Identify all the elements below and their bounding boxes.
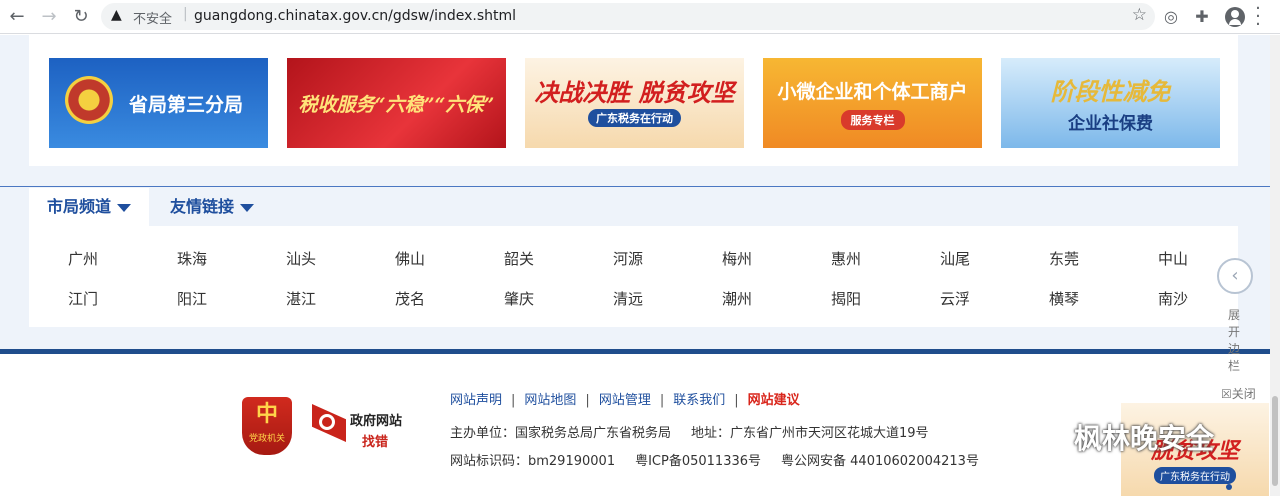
divider: | bbox=[659, 393, 665, 408]
banner-subtext: 广东税务在行动 bbox=[588, 109, 681, 127]
watermark-text: 枫林晚安全 bbox=[1074, 422, 1215, 455]
city-link[interactable]: 中山 bbox=[1143, 248, 1203, 269]
city-link[interactable]: 汕尾 bbox=[925, 248, 985, 269]
city-link[interactable]: 珠海 bbox=[162, 248, 222, 269]
url-text[interactable]: guangdong.chinatax.gov.cn/gdsw/index.sht… bbox=[194, 8, 516, 24]
footer-host-info: 主办单位：国家税务总局广东省税务局 地址：广东省广州市天河区花城大道19号 bbox=[450, 422, 929, 441]
browser-toolbar: ← → ↻ ▲ 不安全 | guangdong.chinatax.gov.cn/… bbox=[0, 0, 1280, 34]
extension-circle-icon[interactable]: ◎ bbox=[1160, 6, 1182, 28]
banner-panel: 省局第三分局 税收服务“六稳”“六保” 决战决胜 脱贫攻坚 广东税务在行动 小微… bbox=[29, 35, 1238, 166]
city-link[interactable]: 阳江 bbox=[162, 288, 222, 309]
banner-text: 省局第三分局 bbox=[128, 93, 243, 116]
caret-down-icon bbox=[240, 203, 255, 212]
banner-text: 税收服务“六稳”“六保” bbox=[298, 93, 495, 116]
city-link[interactable]: 惠州 bbox=[816, 248, 876, 269]
tab-friend-links[interactable]: 友情链接 bbox=[152, 188, 272, 226]
close-sidebar-button[interactable]: ☒关闭 bbox=[1221, 385, 1256, 402]
forward-arrow-icon[interactable]: → bbox=[38, 6, 60, 28]
city-link[interactable]: 韶关 bbox=[489, 248, 549, 269]
wechat-icon bbox=[1018, 424, 1064, 456]
city-link[interactable]: 清远 bbox=[598, 288, 658, 309]
city-link[interactable]: 揭阳 bbox=[816, 288, 876, 309]
banner-small-business[interactable]: 小微企业和个体工商户 服务专栏 bbox=[763, 58, 982, 148]
carousel-dot[interactable] bbox=[1226, 484, 1232, 490]
footer-links: 网站声明 | 网站地图 | 网站管理 | 联系我们 | 网站建议 bbox=[450, 389, 800, 408]
banner-text: 小微企业和个体工商户 bbox=[777, 80, 968, 103]
close-box-icon: ☒ bbox=[1221, 387, 1232, 401]
profile-avatar-icon[interactable] bbox=[1225, 7, 1245, 27]
divider: | bbox=[585, 393, 590, 408]
footer-link-suggestion[interactable]: 网站建议 bbox=[748, 389, 800, 408]
divider: | bbox=[183, 6, 188, 22]
divider: | bbox=[511, 393, 516, 408]
expand-sidebar-chevron-icon[interactable]: ‹ bbox=[1217, 258, 1253, 294]
banner-third-branch[interactable]: 省局第三分局 bbox=[49, 58, 268, 148]
expand-sidebar-label[interactable]: 展开边栏 bbox=[1228, 307, 1242, 375]
footer-link-management[interactable]: 网站管理 bbox=[599, 389, 651, 408]
host-text: 主办单位：国家税务总局广东省税务局 bbox=[450, 426, 672, 441]
caret-down-icon bbox=[117, 203, 132, 212]
tab-label: 市局频道 bbox=[47, 197, 112, 216]
close-label: 关闭 bbox=[1231, 387, 1256, 401]
scrollbar-thumb[interactable] bbox=[1272, 396, 1278, 486]
icp-text[interactable]: 粤ICP备05011336号 bbox=[635, 454, 761, 469]
banner-poverty-alleviation[interactable]: 决战决胜 脱贫攻坚 广东税务在行动 bbox=[525, 58, 744, 148]
party-government-badge[interactable]: 中 党政机关 bbox=[242, 397, 292, 455]
city-link[interactable]: 汕头 bbox=[271, 248, 331, 269]
city-link[interactable]: 云浮 bbox=[925, 288, 985, 309]
footer-registration-info: 网站标识码：bm29190001 粤ICP备05011336号 粤公网安备 4401… bbox=[450, 450, 979, 469]
extensions-puzzle-icon[interactable]: ✚ bbox=[1191, 6, 1213, 28]
banner-text: 决战决胜 脱贫攻坚 bbox=[534, 78, 735, 107]
city-link[interactable]: 江门 bbox=[53, 288, 113, 309]
divider bbox=[0, 186, 1270, 187]
city-link[interactable]: 湛江 bbox=[271, 288, 331, 309]
gov-site-sub[interactable]: 找错 bbox=[362, 431, 388, 450]
footer-link-sitemap[interactable]: 网站地图 bbox=[524, 389, 576, 408]
warning-icon: ▲ bbox=[111, 7, 122, 23]
city-link[interactable]: 潮州 bbox=[707, 288, 767, 309]
back-arrow-icon[interactable]: ← bbox=[6, 6, 28, 28]
bookmark-star-icon[interactable]: ☆ bbox=[1132, 5, 1147, 25]
city-links-panel: 广州 珠海 汕头 佛山 韶关 河源 梅州 惠州 汕尾 东莞 中山 江门 阳江 湛… bbox=[29, 226, 1238, 327]
police-text[interactable]: 粤公网安备 44010602004213号 bbox=[781, 454, 979, 469]
city-link[interactable]: 广州 bbox=[53, 248, 113, 269]
banner-text: 阶段性减免 bbox=[1050, 77, 1171, 106]
address-text: 地址：广东省广州市天河区花城大道19号 bbox=[691, 426, 929, 441]
footer-link-contact[interactable]: 联系我们 bbox=[673, 389, 725, 408]
reload-icon[interactable]: ↻ bbox=[70, 6, 92, 28]
site-id-text: 网站标识码：bm29190001 bbox=[450, 454, 616, 469]
kebab-menu-icon[interactable]: · · · bbox=[1253, 0, 1263, 34]
city-link[interactable]: 梅州 bbox=[707, 248, 767, 269]
city-link[interactable]: 佛山 bbox=[380, 248, 440, 269]
city-link[interactable]: 河源 bbox=[598, 248, 658, 269]
magnifier-icon bbox=[319, 414, 335, 430]
float-ad-subtext: 广东税务在行动 bbox=[1154, 467, 1236, 484]
badge-label: 党政机关 bbox=[248, 434, 285, 444]
address-bar[interactable]: ▲ 不安全 | guangdong.chinatax.gov.cn/gdsw/i… bbox=[101, 3, 1155, 30]
city-link[interactable]: 茂名 bbox=[380, 288, 440, 309]
divider: | bbox=[734, 393, 739, 408]
tax-emblem-icon bbox=[65, 76, 113, 124]
banner-subtext: 服务专栏 bbox=[840, 109, 905, 130]
gov-site-title[interactable]: 政府网站 bbox=[350, 410, 402, 429]
tab-label: 友情链接 bbox=[170, 197, 235, 216]
watermark: 枫林晚安全 bbox=[1018, 417, 1214, 457]
banner-six-stability[interactable]: 税收服务“六稳”“六保” bbox=[287, 58, 506, 148]
banner-subtext: 企业社保费 bbox=[1068, 114, 1153, 134]
tab-city-channel[interactable]: 市局频道 bbox=[29, 188, 150, 226]
city-link[interactable]: 南沙 bbox=[1143, 288, 1203, 309]
insecure-label[interactable]: 不安全 bbox=[133, 8, 172, 27]
city-link[interactable]: 东莞 bbox=[1034, 248, 1094, 269]
banner-social-security[interactable]: 阶段性减免 企业社保费 bbox=[1001, 58, 1220, 148]
footer-link-statement[interactable]: 网站声明 bbox=[450, 389, 502, 408]
city-link[interactable]: 肇庆 bbox=[489, 288, 549, 309]
city-link[interactable]: 横琴 bbox=[1034, 288, 1094, 309]
badge-emblem-icon: 中 bbox=[255, 402, 278, 427]
